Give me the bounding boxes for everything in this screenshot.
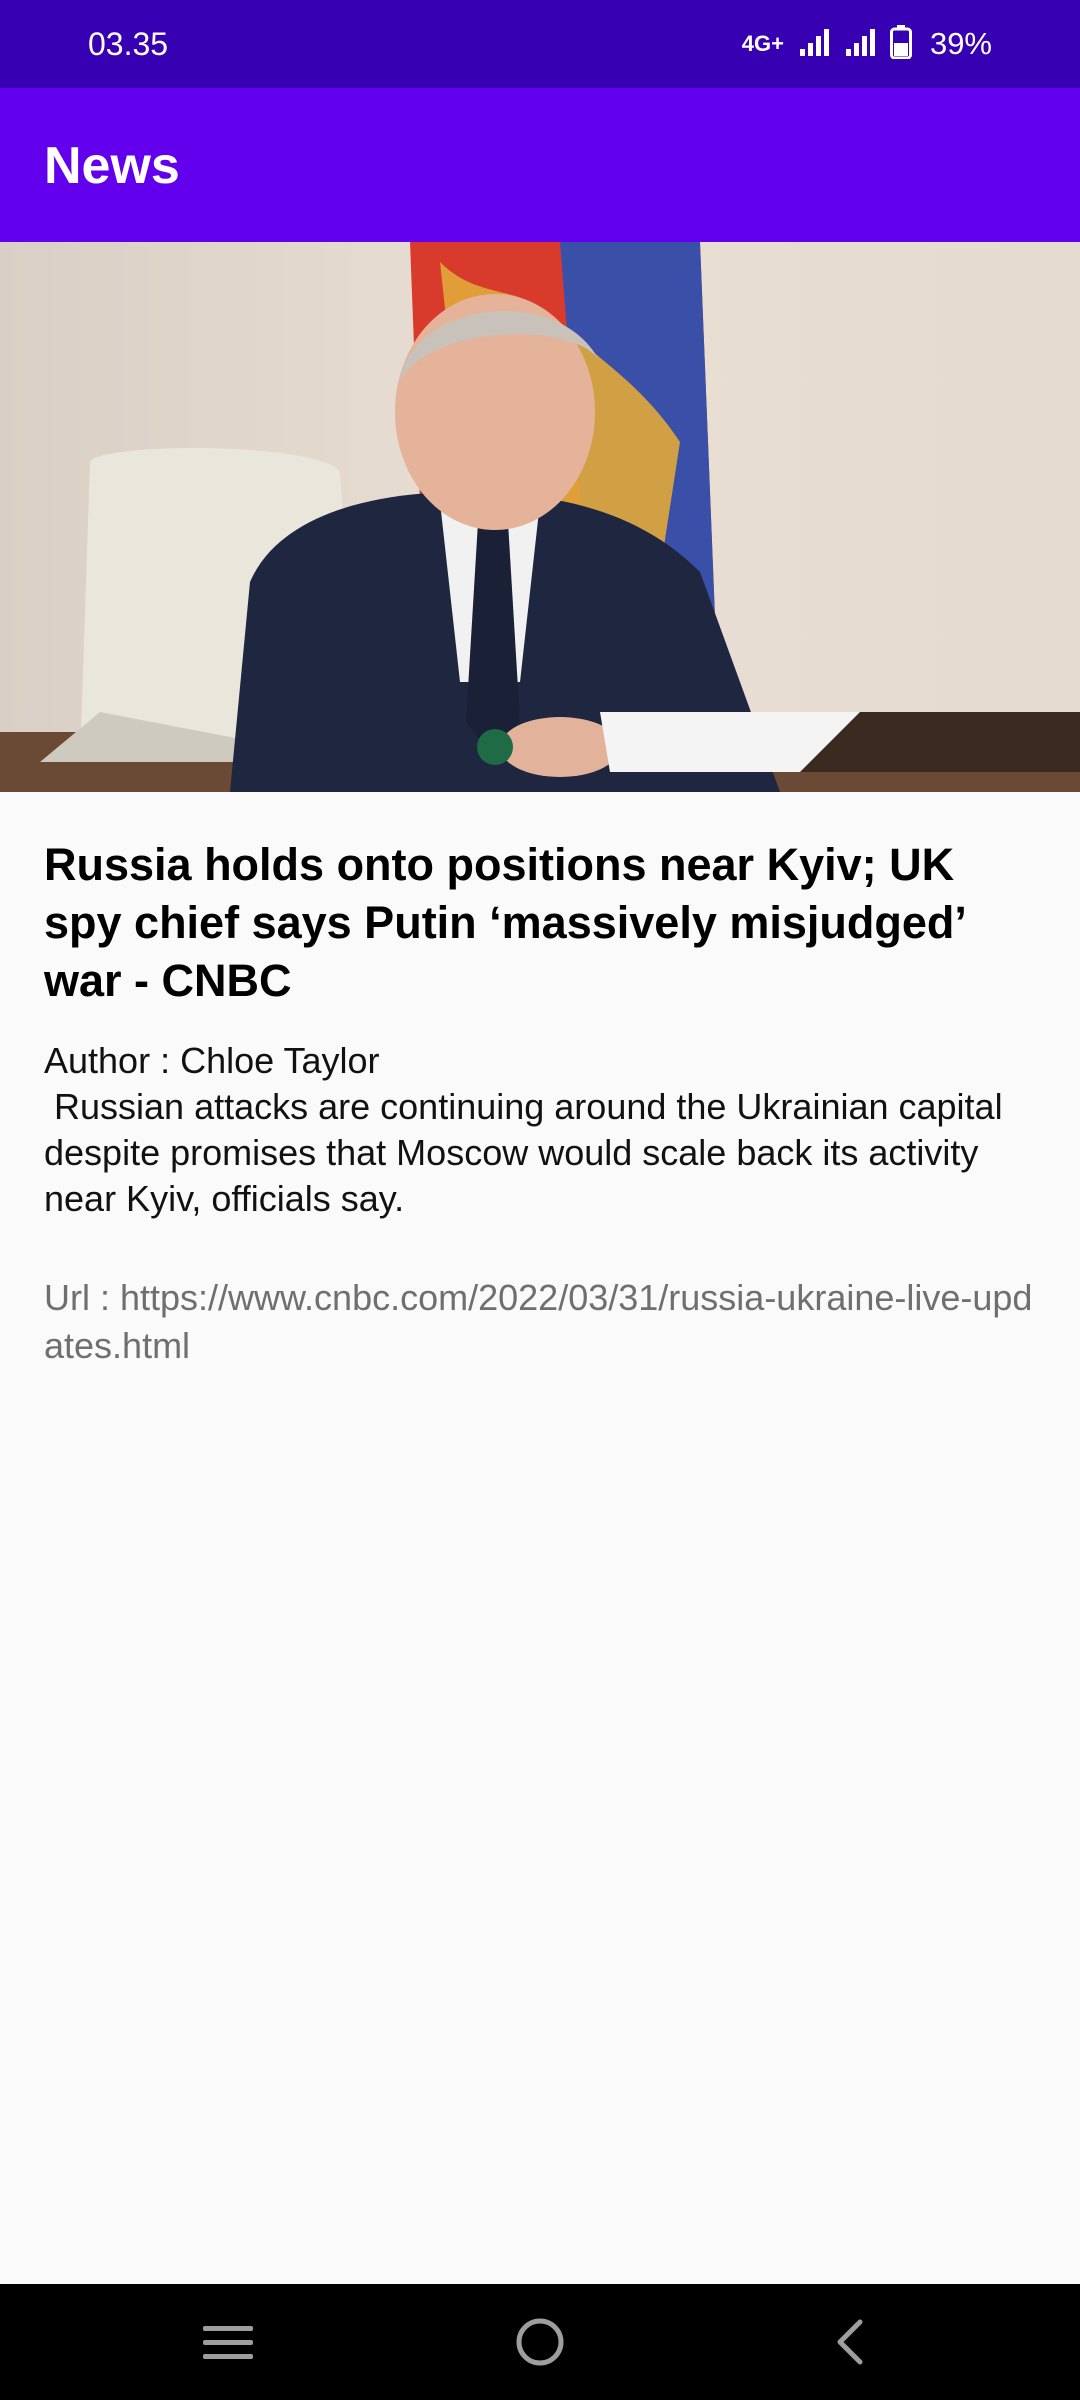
news-photo	[0, 242, 1080, 792]
app-bar: News	[0, 88, 1080, 242]
status-bar: 03.35 4G+ 39%	[0, 0, 1080, 88]
battery-icon	[889, 24, 912, 64]
home-icon[interactable]	[490, 2302, 590, 2382]
back-icon[interactable]	[800, 2302, 900, 2382]
article-headline: Russia holds onto positions near Kyiv; U…	[44, 839, 965, 1006]
app-title: News	[44, 137, 180, 195]
status-icons: 4G+ 39%	[742, 22, 992, 66]
article-author: Author : Chloe Taylor	[44, 1040, 380, 1081]
menu-icon[interactable]	[178, 2302, 278, 2382]
article: Russia holds onto positions near Kyiv; U…	[44, 836, 1034, 1370]
article-description: Russian attacks are continuing around th…	[44, 1086, 1013, 1219]
signal-icon	[798, 27, 832, 62]
status-time: 03.35	[88, 26, 169, 62]
network-type: 4G+	[741, 31, 784, 56]
signal-icon	[844, 27, 878, 62]
article-url[interactable]: Url : https://www.cnbc.com/2022/03/31/ru…	[44, 1274, 1034, 1370]
navigation-bar	[0, 2284, 1080, 2400]
battery-percent: 39%	[929, 26, 992, 61]
